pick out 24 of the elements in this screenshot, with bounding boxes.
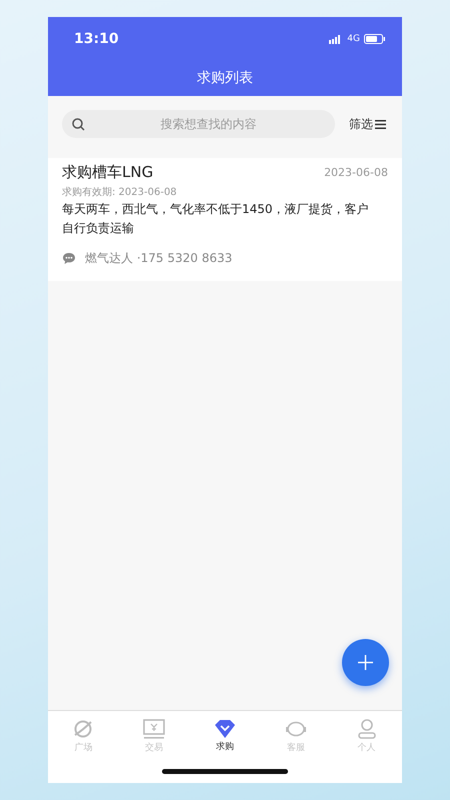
nav-tab[interactable]: 客服 <box>260 711 332 760</box>
nav-tab[interactable]: 广场 <box>48 711 119 760</box>
status-time: 13:10 <box>74 31 119 47</box>
battery-icon <box>364 34 386 44</box>
listing-description: 每天两车，西北气，气化率不低于1450，液厂提货，客户自行负责运输 <box>62 201 370 237</box>
menu-icon <box>375 120 386 128</box>
add-button[interactable] <box>342 639 389 686</box>
page-title: 求购列表 <box>196 69 254 87</box>
listing-title: 求购槽车LNG <box>62 163 154 182</box>
nav-tab[interactable]: 个人 <box>331 711 402 760</box>
nav-tab[interactable]: 求购 <box>190 711 260 760</box>
nav-tab[interactable]: 交易 <box>118 711 190 760</box>
network-label: 4G <box>347 34 360 44</box>
search-field[interactable]: 搜索想查找的内容 <box>62 110 335 138</box>
listing-card[interactable]: 求购槽车LNG 2023-06-08 求购有效期: 2023-06-08 每天两车，西北气，气化率不低于1450，液厂提货，客户自行负责运输 燃气达人 ·175 5320 8633 <box>48 158 402 281</box>
listing-date: 2023-06-08 <box>324 166 388 179</box>
plus-icon <box>358 655 373 670</box>
filter-button[interactable]: 筛选 <box>349 116 386 132</box>
chat-bubble-icon <box>62 252 76 265</box>
contact-info: 燃气达人 ·175 5320 8633 <box>85 250 232 267</box>
diamond-icon <box>214 718 236 738</box>
monitor-icon <box>142 718 166 740</box>
validity-text: 求购有效期: 2023-06-08 <box>62 186 178 199</box>
person-icon <box>356 718 377 740</box>
